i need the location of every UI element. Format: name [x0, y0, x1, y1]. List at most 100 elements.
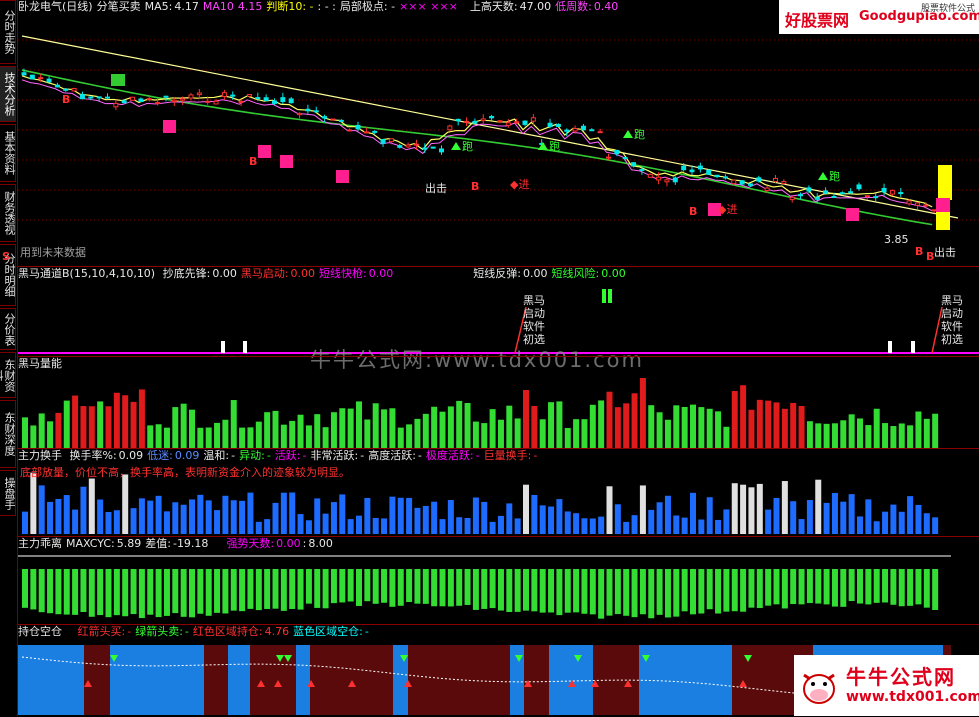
candle-body [814, 196, 820, 200]
turnover-bar [272, 502, 279, 534]
sidebar-tab-8[interactable]: 操盘手 [0, 470, 16, 516]
candle-body [747, 183, 753, 186]
volume-bar [606, 391, 613, 448]
sidebar-tab-6[interactable]: 东财资料 [0, 352, 16, 398]
jump-signal-mark: 跑 [634, 127, 645, 141]
volume-bar [155, 424, 162, 448]
turnover-bar [172, 502, 179, 534]
heima-callout-2-line-0: 黑马 [941, 294, 963, 307]
deviation-bar [756, 569, 763, 609]
turnover-bar [414, 507, 421, 534]
low-weeks-label: 低周数: [555, 0, 592, 13]
heima-header: 黑马通道B(15,10,4,10,10) 抄底先锋: 0.00 黑马启动: 0.00 短… [18, 267, 630, 281]
turnover-bar [506, 503, 513, 534]
volume-bar [130, 401, 137, 448]
volume-bar [163, 427, 170, 448]
heima-white-bar [888, 341, 892, 353]
deviation-bar [489, 569, 496, 609]
yellow-signal-bar [938, 165, 952, 200]
ma5-label: MA5: [144, 0, 173, 13]
volume-panel[interactable]: 黑马量能 [18, 356, 979, 449]
sidebar-tab-1[interactable]: 技术分析 [0, 66, 16, 122]
local-pole-label: 局部极点: - [339, 0, 396, 13]
turnover-bar [823, 502, 830, 534]
volume-bar [305, 425, 312, 448]
turnover-bar [815, 479, 822, 534]
turnover-bar [138, 498, 145, 534]
volume-bar [247, 427, 254, 448]
turnover-bar [681, 517, 688, 534]
deviation-bar [639, 569, 646, 615]
turnover-bar [80, 486, 87, 534]
heima-green-bar [608, 289, 612, 303]
volume-bar [907, 425, 914, 448]
deviation-bar [406, 569, 413, 603]
heima-green-bar [602, 289, 606, 303]
turnover-panel[interactable]: 主力换手 换手率%: 0.09 低迷: 0.09 温和: - 异动: - 活跃: - 非常活跃: - 高… [18, 448, 979, 537]
turnover-bar [589, 518, 596, 534]
volume-bar [447, 406, 454, 448]
turnover-label-0: 换手率%: [69, 449, 117, 462]
candle-body [647, 173, 653, 178]
volume-bar [456, 400, 463, 448]
deviation-bar [347, 569, 354, 602]
deviation-bar [222, 569, 229, 614]
volume-bar [623, 403, 630, 448]
deviation-bar [865, 569, 872, 605]
deviation-bar [873, 569, 880, 603]
candle-body [413, 143, 419, 146]
heima-value-3: 0.00 [522, 267, 548, 280]
price-chart[interactable]: BBBBB B跑 跑跑跑◆进◆进 [18, 0, 979, 266]
volume-bar [439, 411, 446, 448]
turnover-bar [297, 514, 304, 534]
deviation-bar [381, 569, 388, 603]
candle-body [689, 169, 695, 173]
deviation-bar [548, 569, 555, 613]
sidebar-tab-3[interactable]: 财务透视 [0, 184, 16, 242]
volume-bar [598, 400, 605, 448]
volume-bar [389, 408, 396, 448]
up-days-label: 上高天数: [469, 0, 518, 13]
ma10-value: 4.15 [237, 0, 263, 13]
deviation-bar [305, 569, 312, 604]
deviation-header: 主力乖离 MAXCYC: 5.89 差值: -19.18 强势天数: 0.00:8.00 [18, 537, 337, 551]
sidebar-tab-5[interactable]: 分价表 [0, 308, 16, 350]
candle-body [572, 128, 578, 132]
sidebar-tab-7[interactable]: 东财深度 [0, 400, 16, 468]
jump-signal-mark: 跑 [462, 139, 473, 153]
turnover-header: 主力换手 换手率%: 0.09 低迷: 0.09 温和: - 异动: - 活跃: - 非常活跃: - 高… [18, 449, 541, 463]
deviation-bar [289, 569, 296, 609]
volume-bar [356, 401, 362, 448]
sidebar: 分时走势技术分析基本资料财务透视分时明细分价表东财资料东财深度操盘手S [0, 0, 18, 716]
deviation-bar [898, 569, 905, 607]
buy-signal-mark: B [471, 180, 479, 193]
volume-bar [564, 427, 571, 448]
candle-body [873, 196, 879, 199]
sidebar-tab-0[interactable]: 分时走势 [0, 0, 16, 64]
volume-bar [890, 426, 897, 448]
jump-arrow-icon [451, 142, 461, 150]
strong-label: 强势天数: [226, 537, 275, 550]
deviation-bar [907, 569, 914, 606]
turnover-value-6: - [417, 449, 422, 462]
deviation-panel[interactable]: 主力乖离 MAXCYC: 5.89 差值: -19.18 强势天数: 0.00:8.00 [18, 536, 979, 625]
sidebar-tab-2[interactable]: 基本资料 [0, 124, 16, 182]
turnover-bar [447, 500, 454, 534]
volume-bar [706, 408, 713, 448]
candle-body [46, 78, 52, 83]
candle-body [489, 116, 495, 119]
volume-bar [347, 408, 354, 448]
volume-bar [556, 401, 563, 448]
candle-body [180, 98, 186, 101]
deviation-bar [197, 569, 204, 614]
volume-bar [773, 402, 780, 448]
turnover-bar [873, 521, 880, 534]
volume-chart[interactable] [18, 357, 979, 449]
volume-bar [723, 426, 730, 448]
turnover-bar [264, 519, 271, 534]
price-panel[interactable]: B B B B B B 跑跑跑跑 ◆进 ◆进 卧龙电气(日线) 分笔买卖 MA5: 4.17 MA10 4… [18, 0, 979, 266]
turnover-bar [514, 518, 521, 534]
turnover-bar [756, 483, 763, 534]
turnover-bar [105, 512, 112, 534]
volume-bar [589, 404, 596, 448]
